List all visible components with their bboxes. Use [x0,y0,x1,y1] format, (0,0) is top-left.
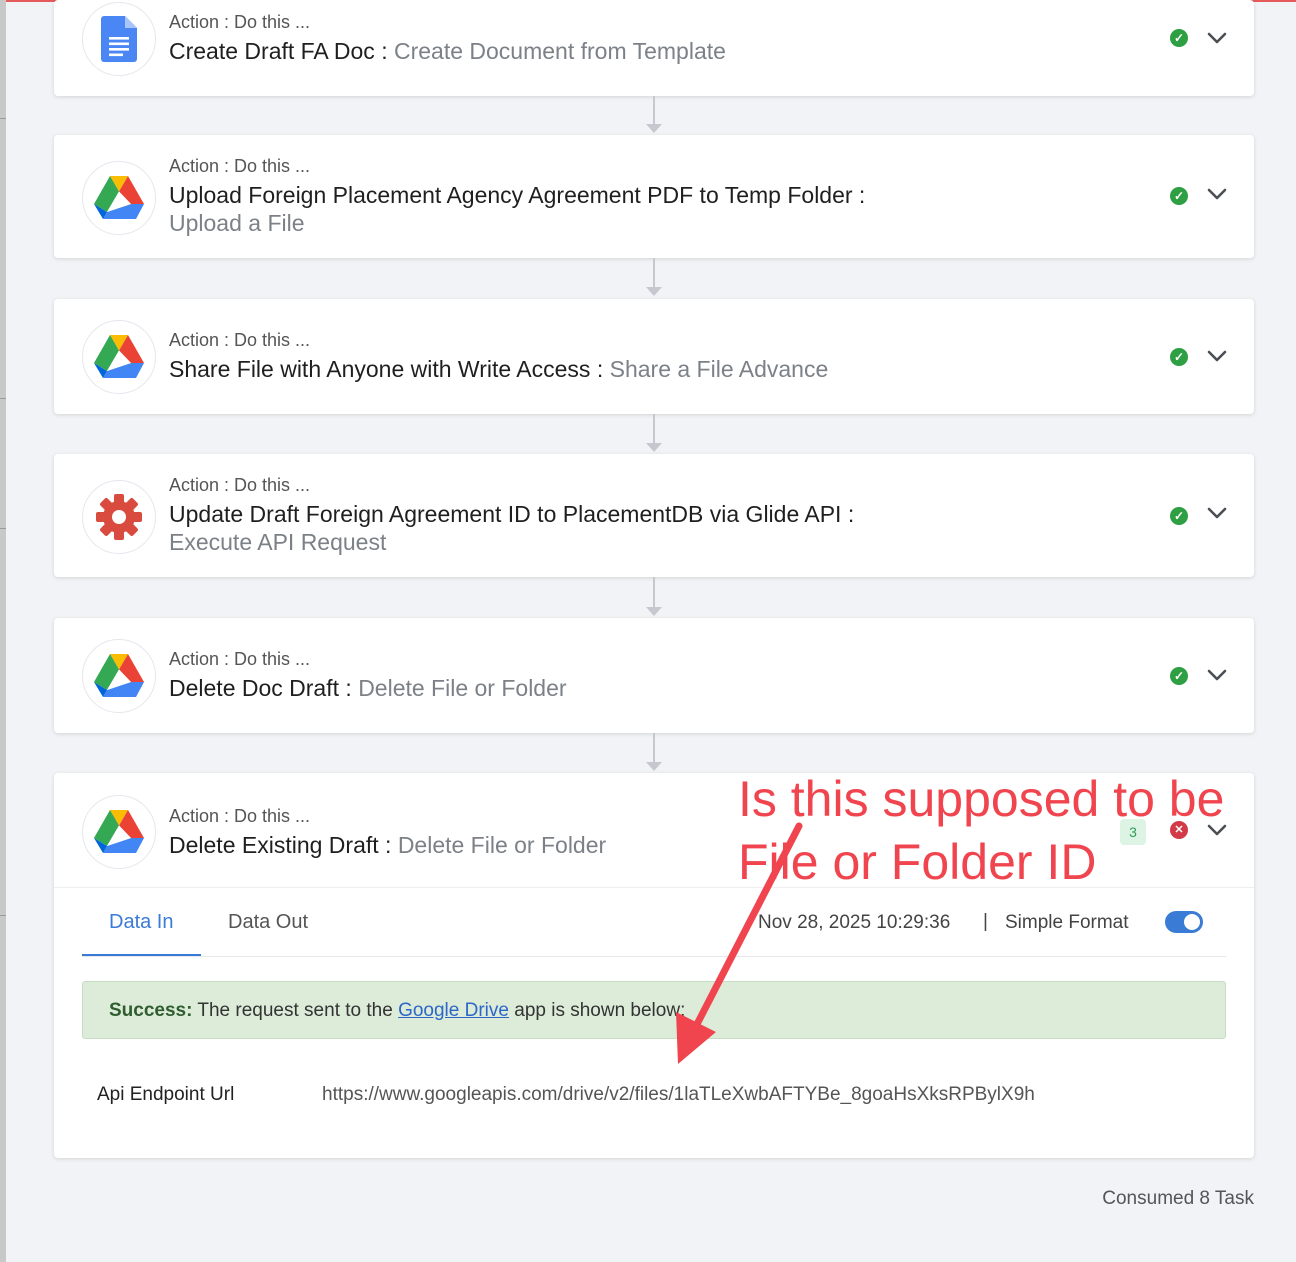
step-card-share-file[interactable]: Action : Do this ... Share File with Any… [54,299,1254,414]
step-action-label: Action : Do this ... [169,12,311,32]
success-check-icon: ✓ [1170,507,1188,525]
google-drive-icon [82,161,156,235]
step-action-label: Action : Do this ... [169,475,311,495]
step-connector [653,733,655,762]
google-drive-icon [82,795,156,869]
chevron-down-icon[interactable] [1206,349,1228,363]
success-check-icon: ✓ [1170,667,1188,685]
field-value-api-endpoint-url: https://www.googleapis.com/drive/v2/file… [322,1084,1035,1105]
separator: | [983,911,988,932]
connector-arrow [646,443,662,452]
step-title: Upload Foreign Placement Agency Agreemen… [169,182,866,236]
chevron-down-icon[interactable] [1206,31,1228,45]
tab-data-in[interactable]: Data In [109,911,173,934]
step-action-label: Action : Do this ... [169,330,311,350]
google-drive-icon [82,639,156,713]
chevron-down-icon[interactable] [1206,187,1228,201]
annotation-note: Is this supposed to be File or Folder ID [738,771,1225,890]
step-card-upload-agreement-pdf[interactable]: Action : Do this ... Upload Foreign Plac… [54,135,1254,258]
step-connector [653,577,655,607]
chevron-down-icon[interactable] [1206,506,1228,520]
chevron-down-icon[interactable] [1206,668,1228,682]
api-gear-icon [82,480,156,554]
step-connector [653,258,655,287]
simple-format-label: Simple Format [1005,912,1129,933]
active-tab-indicator [82,954,201,956]
tab-data-out[interactable]: Data Out [228,911,308,934]
left-panel-edge [0,0,6,1262]
consumed-task-count: Consumed 8 Task [1102,1188,1254,1209]
step-title: Create Draft FA Doc : Create Document fr… [169,38,726,64]
google-drive-icon [82,320,156,394]
step-card-delete-doc-draft[interactable]: Action : Do this ... Delete Doc Draft : … [54,618,1254,733]
step-action-label: Action : Do this ... [169,156,311,176]
success-check-icon: ✓ [1170,29,1188,47]
connector-arrow [646,762,662,771]
success-check-icon: ✓ [1170,348,1188,366]
step-title: Delete Doc Draft : Delete File or Folder [169,675,567,701]
step-connector [653,414,655,443]
step-card-update-draft-glide-api[interactable]: Action : Do this ... Update Draft Foreig… [54,454,1254,577]
google-docs-icon [82,2,156,76]
step-action-label: Action : Do this ... [169,649,311,669]
field-key-api-endpoint-url: Api Endpoint Url [97,1084,235,1105]
success-check-icon: ✓ [1170,187,1188,205]
step-connector [653,96,655,124]
tabs-rule [82,956,1226,957]
step-title: Share File with Anyone with Write Access… [169,356,829,382]
success-message: Success: The request sent to the Google … [82,981,1226,1039]
connector-arrow [646,287,662,296]
step-title: Update Draft Foreign Agreement ID to Pla… [169,501,855,555]
google-drive-link[interactable]: Google Drive [398,1000,509,1021]
connector-arrow [646,607,662,616]
simple-format-toggle[interactable] [1165,911,1203,933]
connector-arrow [646,124,662,133]
step-card-create-draft-fa-doc[interactable]: Action : Do this ... Create Draft FA Doc… [54,0,1254,96]
run-timestamp: Nov 28, 2025 10:29:36 [758,912,951,933]
